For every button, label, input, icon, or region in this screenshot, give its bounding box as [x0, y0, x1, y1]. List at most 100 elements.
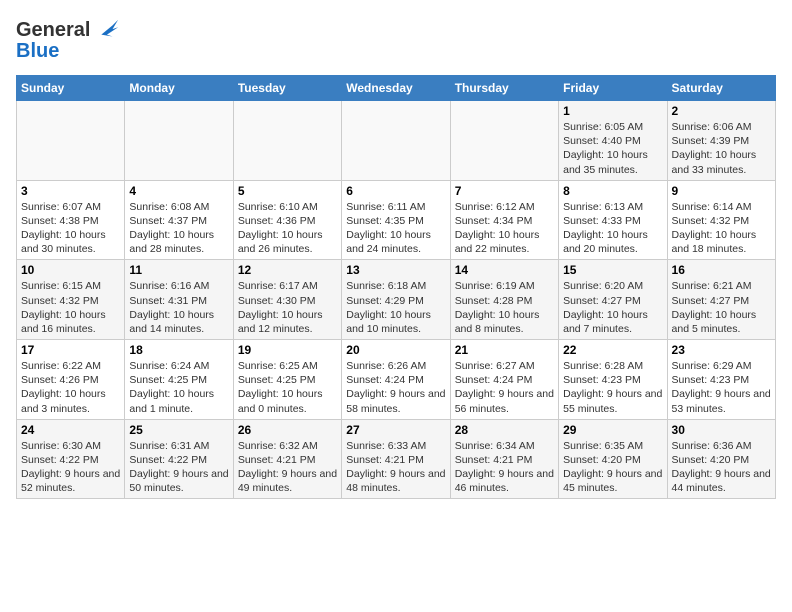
calendar-cell	[450, 101, 558, 181]
calendar-cell: 21 Sunrise: 6:27 AM Sunset: 4:24 PM Dayli…	[450, 340, 558, 420]
day-number: 13	[346, 263, 445, 277]
day-info: Sunrise: 6:30 AM Sunset: 4:22 PM Dayligh…	[21, 439, 120, 496]
day-info: Sunrise: 6:22 AM Sunset: 4:26 PM Dayligh…	[21, 359, 120, 416]
calendar-cell: 11 Sunrise: 6:16 AM Sunset: 4:31 PM Dayli…	[125, 260, 233, 340]
day-info: Sunrise: 6:35 AM Sunset: 4:20 PM Dayligh…	[563, 439, 662, 496]
calendar-week-row: 3 Sunrise: 6:07 AM Sunset: 4:38 PM Daylig…	[17, 180, 776, 260]
calendar-cell: 16 Sunrise: 6:21 AM Sunset: 4:27 PM Dayli…	[667, 260, 775, 340]
day-info: Sunrise: 6:18 AM Sunset: 4:29 PM Dayligh…	[346, 279, 445, 336]
calendar-cell: 23 Sunrise: 6:29 AM Sunset: 4:23 PM Dayli…	[667, 340, 775, 420]
calendar-cell	[125, 101, 233, 181]
day-info: Sunrise: 6:36 AM Sunset: 4:20 PM Dayligh…	[672, 439, 771, 496]
logo: General Blue	[16, 16, 120, 63]
calendar-cell: 27 Sunrise: 6:33 AM Sunset: 4:21 PM Dayli…	[342, 419, 450, 499]
day-number: 15	[563, 263, 662, 277]
day-number: 17	[21, 343, 120, 357]
day-number: 5	[238, 184, 337, 198]
calendar-cell: 2Sunrise: 6:06 AM Sunset: 4:39 PM Daylig…	[667, 101, 775, 181]
day-info: Sunrise: 6:08 AM Sunset: 4:37 PM Dayligh…	[129, 200, 228, 257]
day-info: Sunrise: 6:26 AM Sunset: 4:24 PM Dayligh…	[346, 359, 445, 416]
calendar-cell: 5Sunrise: 6:10 AM Sunset: 4:36 PM Daylig…	[233, 180, 341, 260]
calendar-week-row: 17 Sunrise: 6:22 AM Sunset: 4:26 PM Dayli…	[17, 340, 776, 420]
day-number: 28	[455, 423, 554, 437]
day-info: Sunrise: 6:25 AM Sunset: 4:25 PM Dayligh…	[238, 359, 337, 416]
day-info: Sunrise: 6:17 AM Sunset: 4:30 PM Dayligh…	[238, 279, 337, 336]
calendar-cell: 12 Sunrise: 6:17 AM Sunset: 4:30 PM Dayli…	[233, 260, 341, 340]
day-number: 11	[129, 263, 228, 277]
calendar-cell: 1 Sunrise: 6:05 AM Sunset: 4:40 PM Daylig…	[559, 101, 667, 181]
calendar-cell	[17, 101, 125, 181]
logo-general-text: General	[16, 19, 90, 42]
day-info: Sunrise: 6:34 AM Sunset: 4:21 PM Dayligh…	[455, 439, 554, 496]
day-info: Sunrise: 6:24 AM Sunset: 4:25 PM Dayligh…	[129, 359, 228, 416]
calendar-table: SundayMondayTuesdayWednesdayThursdayFrid…	[16, 75, 776, 499]
calendar-cell	[233, 101, 341, 181]
day-info: Sunrise: 6:14 AM Sunset: 4:32 PM Dayligh…	[672, 200, 771, 257]
calendar-cell: 25 Sunrise: 6:31 AM Sunset: 4:22 PM Dayli…	[125, 419, 233, 499]
col-header-thursday: Thursday	[450, 76, 558, 101]
day-number: 3	[21, 184, 120, 198]
day-number: 25	[129, 423, 228, 437]
day-number: 23	[672, 343, 771, 357]
calendar-cell: 7 Sunrise: 6:12 AM Sunset: 4:34 PM Daylig…	[450, 180, 558, 260]
calendar-cell: 6 Sunrise: 6:11 AM Sunset: 4:35 PM Daylig…	[342, 180, 450, 260]
day-info: Sunrise: 6:33 AM Sunset: 4:21 PM Dayligh…	[346, 439, 445, 496]
day-number: 9	[672, 184, 771, 198]
col-header-tuesday: Tuesday	[233, 76, 341, 101]
day-number: 29	[563, 423, 662, 437]
day-number: 20	[346, 343, 445, 357]
day-info: Sunrise: 6:05 AM Sunset: 4:40 PM Dayligh…	[563, 120, 662, 177]
col-header-friday: Friday	[559, 76, 667, 101]
calendar-cell: 26 Sunrise: 6:32 AM Sunset: 4:21 PM Dayli…	[233, 419, 341, 499]
calendar-cell: 17 Sunrise: 6:22 AM Sunset: 4:26 PM Dayli…	[17, 340, 125, 420]
day-info: Sunrise: 6:28 AM Sunset: 4:23 PM Dayligh…	[563, 359, 662, 416]
day-number: 1	[563, 104, 662, 118]
day-number: 14	[455, 263, 554, 277]
calendar-cell: 3 Sunrise: 6:07 AM Sunset: 4:38 PM Daylig…	[17, 180, 125, 260]
col-header-saturday: Saturday	[667, 76, 775, 101]
calendar-cell: 30 Sunrise: 6:36 AM Sunset: 4:20 PM Dayli…	[667, 419, 775, 499]
col-header-monday: Monday	[125, 76, 233, 101]
day-number: 8	[563, 184, 662, 198]
day-info: Sunrise: 6:32 AM Sunset: 4:21 PM Dayligh…	[238, 439, 337, 496]
day-info: Sunrise: 6:21 AM Sunset: 4:27 PM Dayligh…	[672, 279, 771, 336]
day-number: 22	[563, 343, 662, 357]
day-number: 19	[238, 343, 337, 357]
day-info: Sunrise: 6:31 AM Sunset: 4:22 PM Dayligh…	[129, 439, 228, 496]
day-number: 7	[455, 184, 554, 198]
calendar-cell: 13 Sunrise: 6:18 AM Sunset: 4:29 PM Dayli…	[342, 260, 450, 340]
calendar-cell: 4 Sunrise: 6:08 AM Sunset: 4:37 PM Daylig…	[125, 180, 233, 260]
calendar-cell: 8 Sunrise: 6:13 AM Sunset: 4:33 PM Daylig…	[559, 180, 667, 260]
calendar-cell: 19 Sunrise: 6:25 AM Sunset: 4:25 PM Dayli…	[233, 340, 341, 420]
day-number: 12	[238, 263, 337, 277]
calendar-cell: 14 Sunrise: 6:19 AM Sunset: 4:28 PM Dayli…	[450, 260, 558, 340]
day-number: 10	[21, 263, 120, 277]
day-info: Sunrise: 6:12 AM Sunset: 4:34 PM Dayligh…	[455, 200, 554, 257]
calendar-cell: 10Sunrise: 6:15 AM Sunset: 4:32 PM Dayli…	[17, 260, 125, 340]
day-info: Sunrise: 6:29 AM Sunset: 4:23 PM Dayligh…	[672, 359, 771, 416]
day-number: 4	[129, 184, 228, 198]
day-info: Sunrise: 6:13 AM Sunset: 4:33 PM Dayligh…	[563, 200, 662, 257]
calendar-cell: 29 Sunrise: 6:35 AM Sunset: 4:20 PM Dayli…	[559, 419, 667, 499]
day-number: 27	[346, 423, 445, 437]
calendar-cell: 24 Sunrise: 6:30 AM Sunset: 4:22 PM Dayli…	[17, 419, 125, 499]
day-number: 16	[672, 263, 771, 277]
day-number: 21	[455, 343, 554, 357]
day-info: Sunrise: 6:11 AM Sunset: 4:35 PM Dayligh…	[346, 200, 445, 257]
day-number: 24	[21, 423, 120, 437]
day-number: 6	[346, 184, 445, 198]
calendar-cell: 15Sunrise: 6:20 AM Sunset: 4:27 PM Dayli…	[559, 260, 667, 340]
calendar-cell: 9 Sunrise: 6:14 AM Sunset: 4:32 PM Daylig…	[667, 180, 775, 260]
day-info: Sunrise: 6:16 AM Sunset: 4:31 PM Dayligh…	[129, 279, 228, 336]
calendar-week-row: 1 Sunrise: 6:05 AM Sunset: 4:40 PM Daylig…	[17, 101, 776, 181]
day-info: Sunrise: 6:19 AM Sunset: 4:28 PM Dayligh…	[455, 279, 554, 336]
day-number: 30	[672, 423, 771, 437]
day-number: 26	[238, 423, 337, 437]
col-header-sunday: Sunday	[17, 76, 125, 101]
day-info: Sunrise: 6:07 AM Sunset: 4:38 PM Dayligh…	[21, 200, 120, 257]
calendar-header-row: SundayMondayTuesdayWednesdayThursdayFrid…	[17, 76, 776, 101]
calendar-cell: 20 Sunrise: 6:26 AM Sunset: 4:24 PM Dayli…	[342, 340, 450, 420]
page-header: General Blue	[16, 16, 776, 63]
day-info: Sunrise: 6:27 AM Sunset: 4:24 PM Dayligh…	[455, 359, 554, 416]
day-number: 18	[129, 343, 228, 357]
